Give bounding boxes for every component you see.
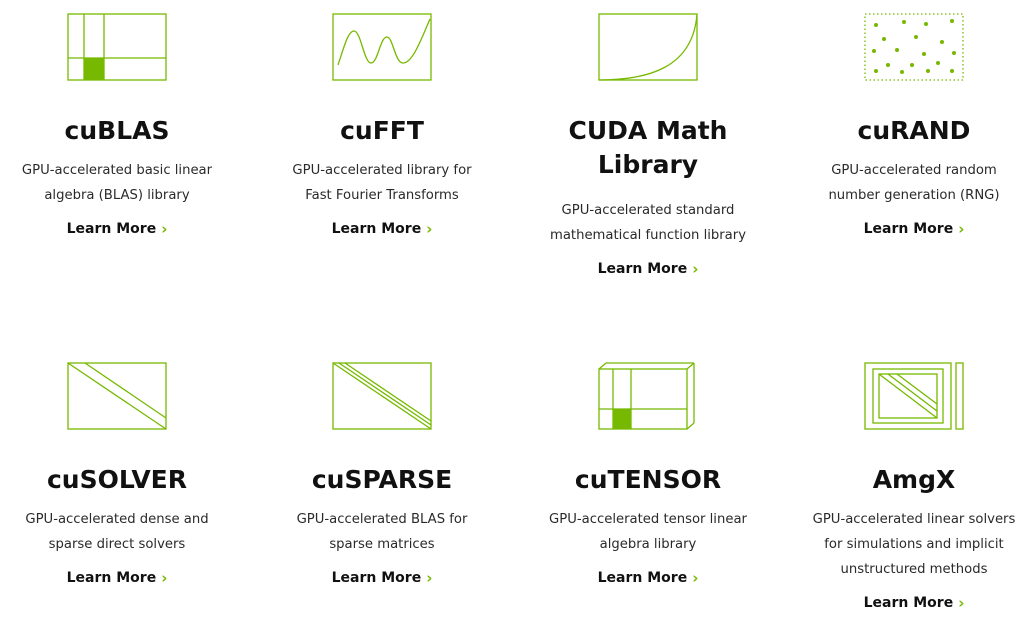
library-description: GPU-accelerated basic linear algebra (BL… xyxy=(21,163,213,203)
chevron-right-icon: › xyxy=(692,260,699,278)
library-title: AmgX xyxy=(872,465,956,494)
chevron-right-icon: › xyxy=(161,220,168,238)
learn-more-label: Learn More xyxy=(597,570,688,586)
chevron-right-icon: › xyxy=(426,569,433,587)
learn-more-link[interactable]: Learn More › xyxy=(332,570,433,586)
chevron-right-icon: › xyxy=(692,569,699,587)
curve-icon xyxy=(598,13,698,81)
library-description: GPU-accelerated BLAS for sparse matrices xyxy=(296,512,468,552)
learn-more-link[interactable]: Learn More › xyxy=(67,221,168,237)
library-description: GPU-accelerated tensor linear algebra li… xyxy=(549,512,747,552)
library-description: GPU-accelerated standard mathematical fu… xyxy=(549,203,746,243)
library-description: GPU-accelerated linear solvers for simul… xyxy=(812,512,1016,577)
learn-more-link[interactable]: Learn More › xyxy=(67,570,168,586)
library-card-cublas: cuBLAS GPU-accelerated basic linear alge… xyxy=(0,13,237,237)
chevron-right-icon: › xyxy=(426,220,433,238)
learn-more-link[interactable]: Learn More › xyxy=(864,595,965,611)
tensor-cube-icon xyxy=(598,362,698,430)
library-title: cuFFT xyxy=(340,116,424,145)
library-title: cuRAND xyxy=(857,116,971,145)
sparse-diagonal-icon xyxy=(332,362,432,430)
nested-matrix-icon xyxy=(864,362,964,430)
learn-more-link[interactable]: Learn More › xyxy=(598,570,699,586)
learn-more-label: Learn More xyxy=(863,221,954,237)
library-title: cuBLAS xyxy=(64,116,170,145)
dense-diagonal-icon xyxy=(67,362,167,430)
learn-more-label: Learn More xyxy=(597,261,688,277)
library-card-cufft: cuFFT GPU-accelerated library for Fast F… xyxy=(262,13,502,237)
learn-more-label: Learn More xyxy=(331,570,422,586)
learn-more-link[interactable]: Learn More › xyxy=(864,221,965,237)
learn-more-label: Learn More xyxy=(66,570,157,586)
learn-more-link[interactable]: Learn More › xyxy=(332,221,433,237)
library-title: cuSOLVER xyxy=(46,465,188,494)
library-description: GPU-accelerated random number generation… xyxy=(828,163,1000,203)
learn-more-link[interactable]: Learn More › xyxy=(598,261,699,277)
library-card-cutensor: cuTENSOR GPU-accelerated tensor linear a… xyxy=(528,362,768,586)
library-card-amgx: AmgX GPU-accelerated linear solvers for … xyxy=(794,362,1032,611)
chevron-right-icon: › xyxy=(958,220,965,238)
library-card-cusparse: cuSPARSE GPU-accelerated BLAS for sparse… xyxy=(262,362,502,586)
waveform-icon xyxy=(332,13,432,81)
library-card-cuda-math: CUDA Math Library GPU-accelerated standa… xyxy=(528,13,768,277)
matrix-grid-icon xyxy=(67,13,167,81)
library-card-curand: cuRAND GPU-accelerated random number gen… xyxy=(794,13,1032,237)
library-card-cusolver: cuSOLVER GPU-accelerated dense and spars… xyxy=(0,362,237,586)
library-title: cuSPARSE xyxy=(311,465,453,494)
chevron-right-icon: › xyxy=(161,569,168,587)
library-description: GPU-accelerated library for Fast Fourier… xyxy=(292,163,472,203)
chevron-right-icon: › xyxy=(958,594,965,612)
library-description: GPU-accelerated dense and sparse direct … xyxy=(25,512,209,552)
random-dots-icon xyxy=(864,13,964,81)
library-title: cuTENSOR xyxy=(574,465,722,494)
library-title: CUDA Math Library xyxy=(568,116,728,179)
learn-more-label: Learn More xyxy=(863,595,954,611)
learn-more-label: Learn More xyxy=(331,221,422,237)
learn-more-label: Learn More xyxy=(66,221,157,237)
